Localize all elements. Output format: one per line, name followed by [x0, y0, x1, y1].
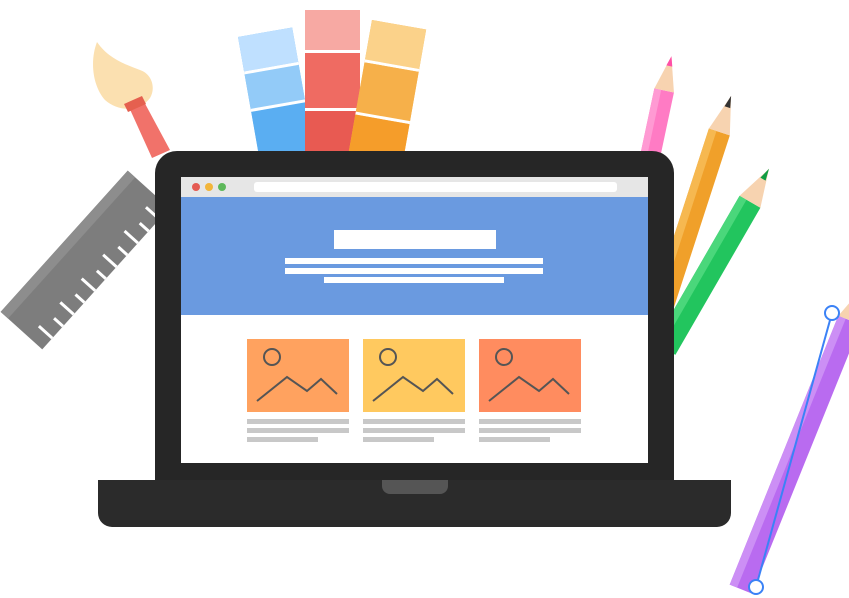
pencil-icon[interactable] [729, 283, 849, 595]
selection-handle-start[interactable] [824, 305, 840, 321]
selection-handle-end[interactable] [748, 579, 764, 595]
selection-line [755, 312, 833, 588]
illustration-scene [0, 0, 849, 598]
foreground-layer [729, 283, 849, 595]
